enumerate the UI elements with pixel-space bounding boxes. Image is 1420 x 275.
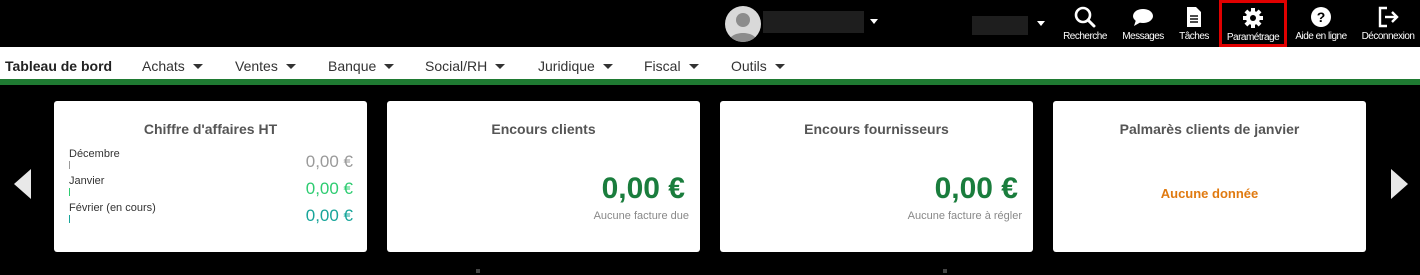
revenue-row-january: Janvier 0,00 € — [69, 175, 353, 201]
svg-text:?: ? — [1317, 9, 1326, 25]
nav-label: Outils — [731, 58, 767, 74]
help-label: Aide en ligne — [1295, 31, 1347, 42]
chat-bubble-icon — [1133, 9, 1153, 26]
card-title: Encours clients — [491, 121, 596, 137]
settings-button[interactable]: Paramétrage — [1219, 0, 1287, 47]
chevron-down-icon — [384, 64, 395, 69]
empty-state: Aucune donnée — [1160, 186, 1259, 201]
nav-label: Fiscal — [644, 58, 681, 74]
supplier-balance-card[interactable]: Encours fournisseurs 0,00 € Aucune factu… — [720, 101, 1033, 252]
carousel-indicator — [943, 269, 947, 273]
revenue-row-february: Février (en cours) 0,00 € — [69, 202, 353, 228]
nav-hr[interactable]: Social/RH — [425, 47, 506, 79]
chevron-down-icon — [602, 64, 613, 69]
row-label: Février (en cours) — [69, 202, 156, 214]
logout-label: Déconnexion — [1361, 31, 1415, 42]
chevron-down-icon — [285, 64, 296, 69]
nav-bank[interactable]: Banque — [328, 47, 395, 79]
nav-sales[interactable]: Ventes — [235, 47, 296, 79]
gear-icon — [1243, 8, 1263, 28]
settings-label: Paramétrage — [1226, 32, 1280, 43]
user-silhouette-icon — [729, 13, 757, 42]
amount-note: Aucune facture à régler — [907, 210, 1022, 222]
card-title: Encours fournisseurs — [804, 121, 949, 137]
user-menu-caret-icon[interactable] — [870, 19, 878, 24]
search-label: Recherche — [1063, 31, 1107, 42]
row-label: Janvier — [69, 175, 105, 187]
nav-label: Banque — [328, 58, 377, 74]
chevron-down-icon — [192, 64, 203, 69]
client-balance-card[interactable]: Encours clients 0,00 € Aucune facture du… — [387, 101, 700, 252]
nav-label: Tableau de bord — [5, 58, 113, 74]
main-nav: Tableau de bord Achats Ventes Banque Soc… — [0, 47, 1420, 85]
revenue-row-december: Décembre 0,00 € — [69, 148, 353, 174]
tasks-label: Tâches — [1179, 31, 1209, 42]
nav-label: Juridique — [538, 58, 595, 74]
row-value: 0,00 € — [305, 152, 353, 171]
company-selector-redacted[interactable] — [972, 16, 1028, 35]
nav-label: Achats — [142, 58, 185, 74]
carousel-indicator — [476, 269, 480, 273]
row-label: Décembre — [69, 148, 120, 160]
messages-button[interactable]: Messages — [1120, 6, 1166, 44]
nav-tools[interactable]: Outils — [731, 47, 785, 79]
search-button[interactable]: Recherche — [1062, 6, 1108, 44]
card-title: Chiffre d'affaires HT — [143, 121, 278, 137]
logout-button[interactable]: Déconnexion — [1360, 6, 1416, 44]
nav-label: Social/RH — [425, 58, 488, 74]
row-value: 0,00 € — [305, 179, 353, 198]
document-icon — [1187, 7, 1201, 27]
row-value: 0,00 € — [305, 206, 353, 225]
help-icon: ? — [1311, 7, 1331, 27]
company-menu-caret-icon[interactable] — [1037, 21, 1045, 26]
messages-label: Messages — [1122, 31, 1164, 42]
amount-value: 0,00 € — [934, 172, 1018, 205]
revenue-card[interactable]: Chiffre d'affaires HT Décembre 0,00 € Ja… — [54, 101, 367, 252]
carousel-prev-arrow-icon[interactable] — [14, 169, 31, 199]
help-button[interactable]: ? Aide en ligne — [1292, 6, 1350, 44]
carousel-next-arrow-icon[interactable] — [1391, 169, 1408, 199]
nav-dashboard[interactable]: Tableau de bord — [5, 47, 112, 79]
tasks-button[interactable]: Tâches — [1174, 6, 1214, 44]
nav-purchases[interactable]: Achats — [142, 47, 203, 79]
nav-label: Ventes — [235, 58, 278, 74]
avatar[interactable] — [725, 6, 761, 42]
dashboard-carousel: Chiffre d'affaires HT Décembre 0,00 € Ja… — [0, 91, 1420, 275]
top-bar: Recherche Messages Tâches Paramétrage ? … — [0, 0, 1420, 47]
client-ranking-card[interactable]: Palmarès clients de janvier Aucune donné… — [1053, 101, 1366, 252]
logout-icon — [1378, 6, 1399, 28]
search-icon — [1074, 6, 1096, 28]
chevron-down-icon — [495, 64, 506, 69]
nav-legal[interactable]: Juridique — [538, 47, 613, 79]
row-marker — [69, 188, 70, 196]
card-title: Palmarès clients de janvier — [1119, 121, 1300, 137]
row-marker — [69, 215, 70, 223]
nav-tax[interactable]: Fiscal — [644, 47, 699, 79]
row-marker — [69, 161, 70, 169]
chevron-down-icon — [688, 64, 699, 69]
amount-note: Aucune facture due — [593, 210, 689, 222]
chevron-down-icon — [774, 64, 785, 69]
amount-value: 0,00 € — [601, 172, 685, 205]
user-name-redacted[interactable] — [763, 11, 864, 33]
